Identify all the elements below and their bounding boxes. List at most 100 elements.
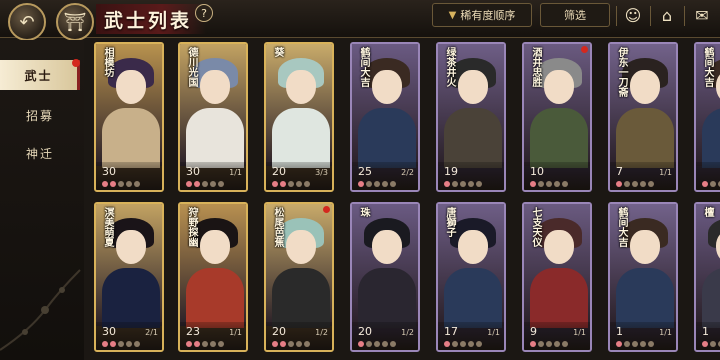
sidebar-item-transfer[interactable]: 神迁 (0, 138, 80, 168)
rank-pip (218, 181, 224, 187)
rank-pip (210, 341, 216, 347)
samurai-card[interactable]: 鹤间大吉 1 1/1 (608, 202, 678, 352)
character-icon: ☺ (624, 5, 642, 25)
help-button[interactable]: ? (195, 4, 213, 22)
rank-pip (272, 181, 278, 187)
card-level: 23 (186, 325, 200, 338)
character-body (186, 108, 244, 168)
rank-pips (186, 341, 224, 347)
character-body (702, 268, 720, 328)
mail-icon: ✉ (695, 5, 709, 25)
samurai-card[interactable]: 相模坊 30 (94, 42, 164, 192)
character-face (372, 70, 402, 104)
mail-button[interactable]: ✉ (688, 2, 716, 28)
character-face (286, 70, 316, 104)
character-body (444, 268, 502, 328)
rank-pip (118, 341, 124, 347)
character-face (116, 70, 146, 104)
rank-pip (530, 341, 536, 347)
character-face (544, 230, 574, 264)
rank-pip (702, 341, 708, 347)
card-count: 2/1 (145, 328, 158, 337)
samurai-card[interactable]: 檀1 (694, 202, 720, 352)
card-level: 20 (272, 325, 286, 338)
rank-pip (444, 341, 450, 347)
divider (616, 6, 617, 26)
triangle-down-icon: ▼ (448, 9, 457, 21)
rank-pip (624, 341, 630, 347)
samurai-card[interactable]: 唐獅子 17 1/1 (436, 202, 506, 352)
samurai-card[interactable]: 绿茶井火 19 (436, 42, 506, 192)
card-name: 珠 (358, 207, 369, 217)
rank-pip (126, 181, 132, 187)
card-level: 25 (358, 165, 372, 178)
rank-pip (710, 181, 716, 187)
sidebar-item-label: 武士 (24, 68, 53, 83)
rank-pip (476, 181, 482, 187)
rank-pip (460, 341, 466, 347)
card-count: 1/1 (487, 328, 500, 337)
character-body (444, 108, 502, 168)
rank-pip (218, 341, 224, 347)
sidebar-item-samurai[interactable]: 武士 (0, 60, 80, 90)
card-level: 30 (102, 325, 116, 338)
samurai-card[interactable]: 溟美萌夏 30 2/1 (94, 202, 164, 352)
samurai-card-grid: 相模坊 30 德川光国 30 1/1 葵 20 3/3 鹤间大吉 25 2/2 绿茶井火 19 酒井忠胜 1… (86, 40, 720, 360)
rank-pip (134, 181, 140, 187)
card-count: 1/1 (659, 168, 672, 177)
samurai-card[interactable]: 七支天仪 9 1/1 (522, 202, 592, 352)
rank-pip (134, 341, 140, 347)
sort-dropdown[interactable]: ▼ 稀有度顺序 (432, 3, 532, 27)
card-count: 2/2 (401, 168, 414, 177)
back-button[interactable]: ↶ (8, 3, 46, 41)
rank-pips (272, 341, 310, 347)
sidebar-item-recruit[interactable]: 招募 (0, 100, 80, 130)
card-count: 1/2 (315, 328, 328, 337)
character-body (702, 108, 720, 168)
samurai-card[interactable]: 葵 20 3/3 (264, 42, 334, 192)
rank-pips (702, 341, 720, 347)
character-face (458, 70, 488, 104)
card-level: 19 (444, 165, 458, 178)
filter-button[interactable]: 筛选 (540, 3, 610, 27)
rank-pip (640, 341, 646, 347)
rank-pip (202, 341, 208, 347)
character-face (630, 230, 660, 264)
rank-pip (374, 181, 380, 187)
rank-pip (546, 341, 552, 347)
rank-pip (554, 341, 560, 347)
samurai-card[interactable]: 珠 20 1/2 (350, 202, 420, 352)
character-body (616, 108, 674, 168)
samurai-card[interactable]: 鹤间大吉 (694, 42, 720, 192)
rank-pips (616, 341, 654, 347)
home-button[interactable]: ⌂ (653, 2, 681, 28)
rank-pip (546, 181, 552, 187)
sort-label: 稀有度顺序 (460, 9, 516, 22)
samurai-card[interactable]: 狩野探幽 23 1/1 (178, 202, 248, 352)
samurai-card[interactable]: 德川光国 30 1/1 (178, 42, 248, 192)
rank-pips (272, 181, 310, 187)
rank-pip (358, 341, 364, 347)
arrow-left-icon: ↶ (19, 11, 35, 33)
rank-pip (476, 341, 482, 347)
rank-pip (452, 181, 458, 187)
card-level: 20 (358, 325, 372, 338)
samurai-card[interactable]: 酒井忠胜 10 (522, 42, 592, 192)
character-body (272, 268, 330, 328)
card-level: 10 (530, 165, 544, 178)
rank-pips (530, 341, 568, 347)
rank-pip (648, 181, 654, 187)
divider (650, 6, 651, 26)
notification-dot (581, 46, 588, 53)
rank-pip (210, 181, 216, 187)
rank-pips (444, 341, 482, 347)
card-name: 相模坊 (102, 47, 113, 77)
samurai-card[interactable]: 鹤间大吉 25 2/2 (350, 42, 420, 192)
rank-pips (358, 181, 396, 187)
rank-pip (366, 341, 372, 347)
samurai-card[interactable]: 松尾芭蕉 20 1/2 (264, 202, 334, 352)
card-name: 唐獅子 (444, 207, 455, 237)
samurai-card[interactable]: 伊东一刀斋 7 1/1 (608, 42, 678, 192)
home-castle-button[interactable]: ⛩ (56, 3, 94, 41)
character-button[interactable]: ☺ (619, 2, 647, 28)
